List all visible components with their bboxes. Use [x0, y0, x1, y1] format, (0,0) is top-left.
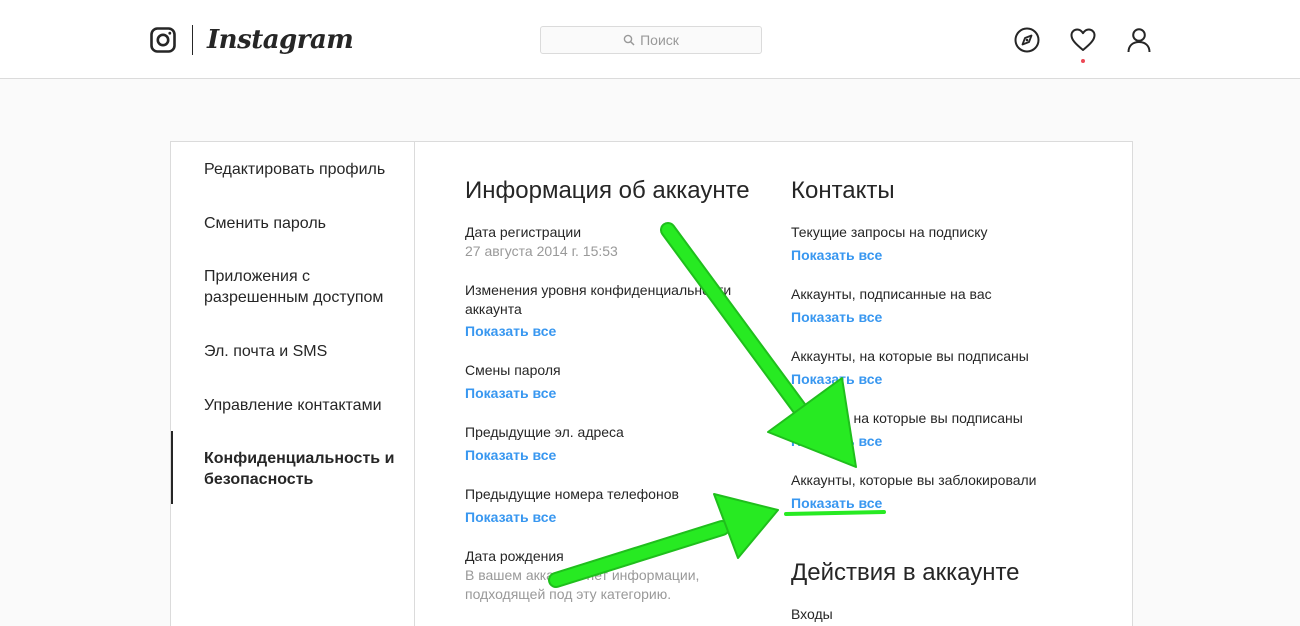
- followed-hashtags-show-all-link[interactable]: Показать все: [791, 433, 882, 449]
- active-item-indicator: [171, 431, 173, 504]
- blocked-accounts-show-all-link[interactable]: Показать все: [791, 495, 882, 511]
- password-changes-show-all-link[interactable]: Показать все: [465, 385, 556, 401]
- search-placeholder: Поиск: [640, 32, 679, 48]
- following-show-all-link[interactable]: Показать все: [791, 371, 882, 387]
- password-changes-label: Смены пароля: [465, 362, 561, 378]
- user-icon[interactable]: [1125, 26, 1153, 54]
- privacy-changes-show-all-link[interactable]: Показать все: [465, 323, 556, 339]
- sidebar-item-manage-contacts[interactable]: Управление контактами: [204, 395, 404, 416]
- followers-label: Аккаунты, подписанные на вас: [791, 286, 992, 302]
- heart-icon[interactable]: [1069, 26, 1097, 54]
- top-navigation-bar: Instagram Поиск: [0, 0, 1300, 79]
- previous-phones-label: Предыдущие номера телефонов: [465, 486, 679, 502]
- birthday-label: Дата рождения: [465, 548, 564, 564]
- compass-icon[interactable]: [1013, 26, 1041, 54]
- registration-date-label: Дата регистрации: [465, 224, 582, 240]
- search-input[interactable]: Поиск: [540, 26, 762, 54]
- logo-divider: [192, 25, 193, 55]
- sidebar-item-privacy-security[interactable]: Конфиденциальность и безопасность: [204, 448, 399, 490]
- follow-requests-show-all-link[interactable]: Показать все: [791, 247, 882, 263]
- account-actions-title: Действия в аккаунте: [791, 559, 1020, 586]
- instagram-wordmark: Instagram: [207, 25, 354, 55]
- followers-show-all-link[interactable]: Показать все: [791, 309, 882, 325]
- instagram-logo[interactable]: Instagram: [150, 24, 354, 56]
- follow-requests-label: Текущие запросы на подписку: [791, 224, 988, 240]
- previous-phones-show-all-link[interactable]: Показать все: [465, 509, 556, 525]
- settings-sidebar: Редактировать профиль Сменить пароль При…: [171, 142, 415, 626]
- notification-dot: [1081, 59, 1085, 63]
- following-label: Аккаунты, на которые вы подписаны: [791, 348, 1029, 364]
- settings-panel: Редактировать профиль Сменить пароль При…: [170, 141, 1133, 626]
- account-info-title: Информация об аккаунте: [465, 177, 750, 204]
- contacts-title: Контакты: [791, 177, 895, 204]
- blocked-accounts-label: Аккаунты, которые вы заблокировали: [791, 472, 1037, 488]
- search-icon: [623, 34, 635, 46]
- instagram-glyph-icon: [150, 27, 176, 53]
- previous-emails-label: Предыдущие эл. адреса: [465, 424, 624, 440]
- logins-label: Входы: [791, 606, 833, 622]
- previous-emails-show-all-link[interactable]: Показать все: [465, 447, 556, 463]
- sidebar-item-edit-profile[interactable]: Редактировать профиль: [204, 159, 404, 180]
- sidebar-item-authorized-apps[interactable]: Приложения с разрешенным доступом: [204, 266, 394, 308]
- sidebar-item-email-sms[interactable]: Эл. почта и SMS: [204, 341, 404, 362]
- privacy-changes-label: Изменения уровня конфиденциальности акка…: [465, 282, 732, 317]
- registration-date-value: 27 августа 2014 г. 15:53: [465, 243, 618, 259]
- birthday-value: В вашем аккаунте нет информации, подходя…: [465, 567, 700, 602]
- followed-hashtags-label: Хэштеги, на которые вы подписаны: [791, 410, 1023, 426]
- sidebar-item-change-password[interactable]: Сменить пароль: [204, 213, 404, 234]
